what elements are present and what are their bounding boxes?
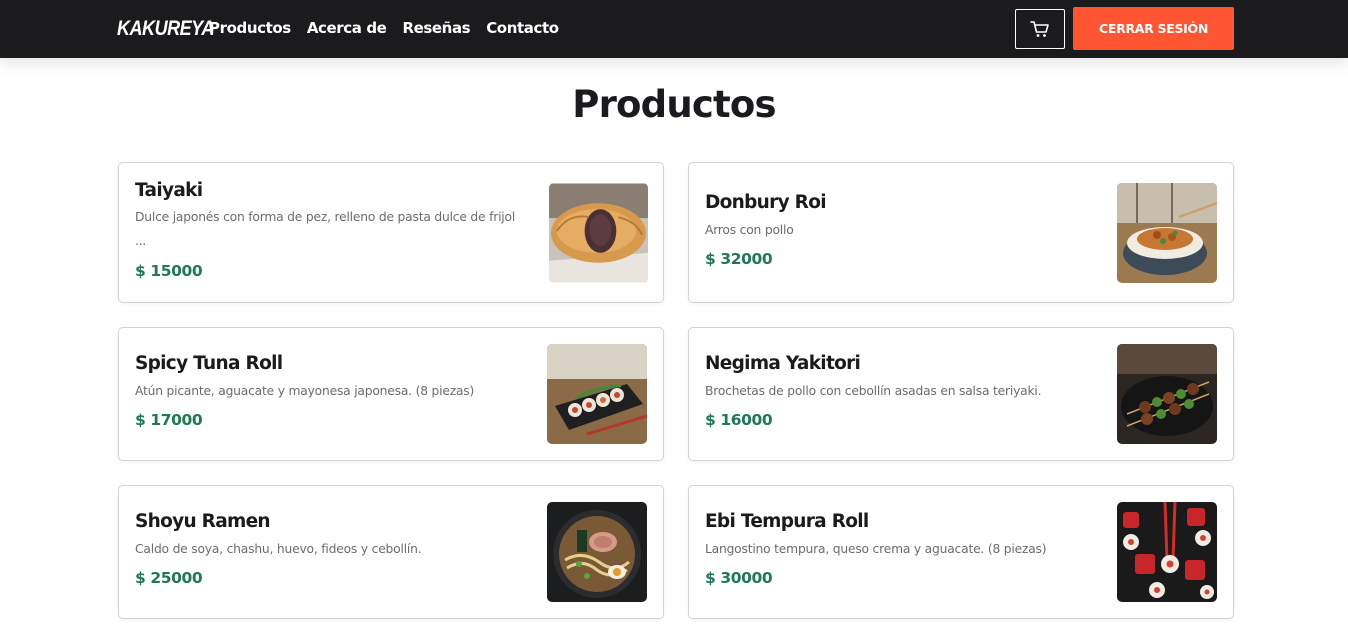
product-card-donbury-roi[interactable]: Donbury Roi Arros con pollo $ 32000	[688, 162, 1234, 303]
product-price: $ 30000	[705, 569, 773, 587]
logout-button[interactable]: CERRAR SESIÓN	[1073, 7, 1234, 50]
product-image-ebi-tempura-roll	[1117, 502, 1217, 602]
product-card-taiyaki[interactable]: Taiyaki Dulce japonés con forma de pez, …	[118, 162, 664, 303]
product-image-taiyaki	[549, 183, 648, 283]
product-description: Caldo de soya, chashu, huevo, fideos y c…	[135, 542, 422, 556]
product-description: Arros con pollo	[705, 223, 794, 237]
nav-link-contacto[interactable]: Contacto	[486, 17, 559, 39]
product-name: Shoyu Ramen	[135, 511, 271, 532]
nav-links: Productos Acerca de Reseñas Contacto	[209, 17, 559, 39]
product-image-spicy-tuna-roll	[547, 344, 647, 444]
page-title: Productos	[572, 83, 776, 126]
cart-button[interactable]	[1015, 9, 1065, 49]
product-image-donbury-roi	[1117, 183, 1217, 283]
product-card-shoyu-ramen[interactable]: Shoyu Ramen Caldo de soya, chashu, huevo…	[118, 485, 664, 619]
product-name: Donbury Roi	[705, 192, 827, 213]
top-navbar: KAKUREYA Productos Acerca de Reseñas Con…	[0, 0, 1348, 58]
shopping-cart-icon	[1030, 21, 1049, 37]
product-description: Atún picante, aguacate y mayonesa japone…	[135, 384, 475, 398]
product-name: Taiyaki	[135, 180, 203, 201]
product-price: $ 25000	[135, 569, 203, 587]
product-description: Langostino tempura, queso crema y aguaca…	[705, 542, 1047, 556]
product-name: Negima Yakitori	[705, 353, 861, 374]
product-name: Spicy Tuna Roll	[135, 353, 283, 374]
product-name: Ebi Tempura Roll	[705, 511, 869, 532]
product-description: Brochetas de pollo con cebollín asadas e…	[705, 384, 1042, 398]
product-price: $ 17000	[135, 411, 203, 429]
nav-link-acerca-de[interactable]: Acerca de	[307, 17, 387, 39]
product-price: $ 32000	[705, 250, 773, 268]
product-image-shoyu-ramen	[547, 502, 647, 602]
product-price: $ 16000	[705, 411, 773, 429]
brand-logo[interactable]: KAKUREYA	[117, 15, 214, 43]
product-card-ebi-tempura-roll[interactable]: Ebi Tempura Roll Langostino tempura, que…	[688, 485, 1234, 619]
nav-link-resenas[interactable]: Reseñas	[402, 17, 470, 39]
product-price: $ 15000	[135, 262, 203, 280]
product-card-spicy-tuna-roll[interactable]: Spicy Tuna Roll Atún picante, aguacate y…	[118, 327, 664, 461]
product-description: Dulce japonés con forma de pez, relleno …	[135, 210, 516, 248]
nav-link-productos[interactable]: Productos	[209, 17, 291, 39]
product-image-negima-yakitori	[1117, 344, 1217, 444]
product-card-negima-yakitori[interactable]: Negima Yakitori Brochetas de pollo con c…	[688, 327, 1234, 461]
